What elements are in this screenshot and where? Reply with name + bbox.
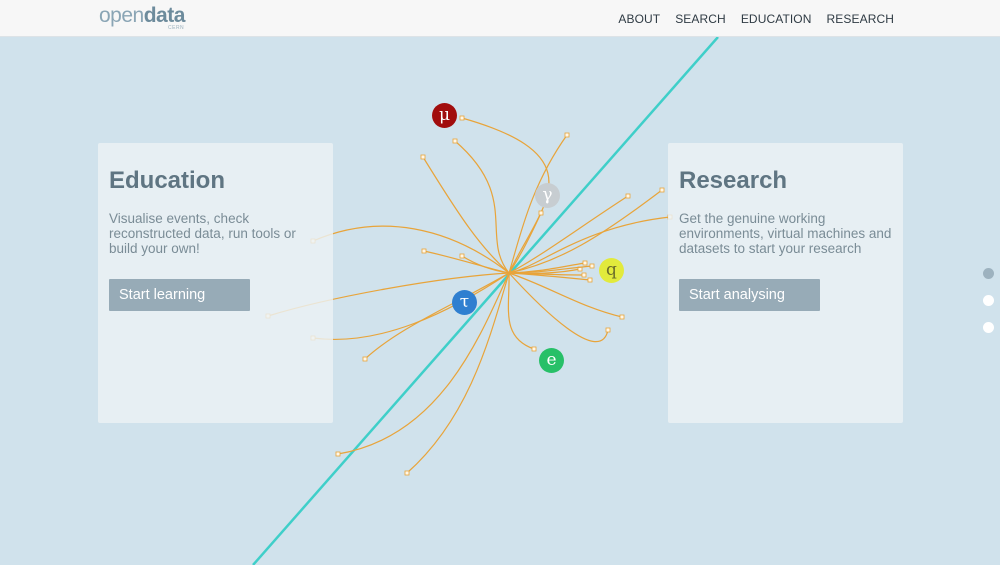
track-endpoint — [564, 132, 570, 138]
research-description: Get the genuine working environments, vi… — [679, 211, 892, 256]
muon-badge: μ — [432, 103, 457, 128]
track-endpoint — [459, 253, 465, 259]
particle-track — [508, 272, 609, 343]
particle-track — [337, 272, 510, 455]
start-learning-button[interactable]: Start learning — [109, 279, 250, 311]
start-analysing-button[interactable]: Start analysing — [679, 279, 820, 311]
research-title: Research — [679, 167, 788, 194]
track-endpoint — [625, 193, 631, 199]
nav-education[interactable]: EDUCATION — [741, 12, 812, 26]
section-pager — [983, 268, 994, 349]
particle-track — [461, 255, 510, 274]
track-endpoint — [587, 277, 593, 283]
particle-track — [364, 272, 510, 360]
track-endpoint — [362, 356, 368, 362]
particle-track — [508, 216, 671, 274]
education-title: Education — [109, 167, 226, 194]
track-endpoint — [452, 138, 458, 144]
particle-track — [423, 250, 510, 274]
track-endpoint — [605, 327, 611, 333]
photon-badge: γ — [535, 183, 560, 208]
particle-track — [507, 272, 535, 350]
education-description: Visualise events, check reconstructed da… — [109, 211, 296, 256]
track-endpoint — [538, 210, 544, 216]
track-endpoint — [420, 154, 426, 160]
track-endpoint — [589, 263, 595, 269]
opendata-logo[interactable]: opendata CERN — [99, 5, 185, 31]
education-card: Education Visualise events, check recons… — [98, 143, 333, 423]
particle-track — [454, 140, 510, 274]
electron-badge: e — [539, 348, 564, 373]
track-endpoint — [335, 451, 341, 457]
track-endpoint — [404, 470, 410, 476]
track-endpoint — [582, 260, 588, 266]
track-endpoint — [531, 346, 537, 352]
track-endpoint — [659, 187, 665, 193]
pager-dot-1[interactable] — [983, 268, 994, 279]
nav-search[interactable]: SEARCH — [675, 12, 726, 26]
main-nav: ABOUT SEARCH EDUCATION RESEARCH — [618, 12, 894, 26]
logo-subtext: CERN — [168, 25, 185, 31]
track-endpoint — [421, 248, 427, 254]
track-endpoint — [459, 115, 465, 121]
research-card: Research Get the genuine working environ… — [668, 143, 903, 423]
nav-research[interactable]: RESEARCH — [827, 12, 894, 26]
track-endpoint — [581, 272, 587, 278]
tau-badge: τ — [452, 290, 477, 315]
pager-dot-2[interactable] — [983, 295, 994, 306]
top-navbar: opendata CERN ABOUT SEARCH EDUCATION RES… — [0, 0, 1000, 37]
quark-badge: q — [599, 258, 624, 283]
nav-about[interactable]: ABOUT — [618, 12, 660, 26]
track-endpoint — [619, 314, 625, 320]
pager-dot-3[interactable] — [983, 322, 994, 333]
